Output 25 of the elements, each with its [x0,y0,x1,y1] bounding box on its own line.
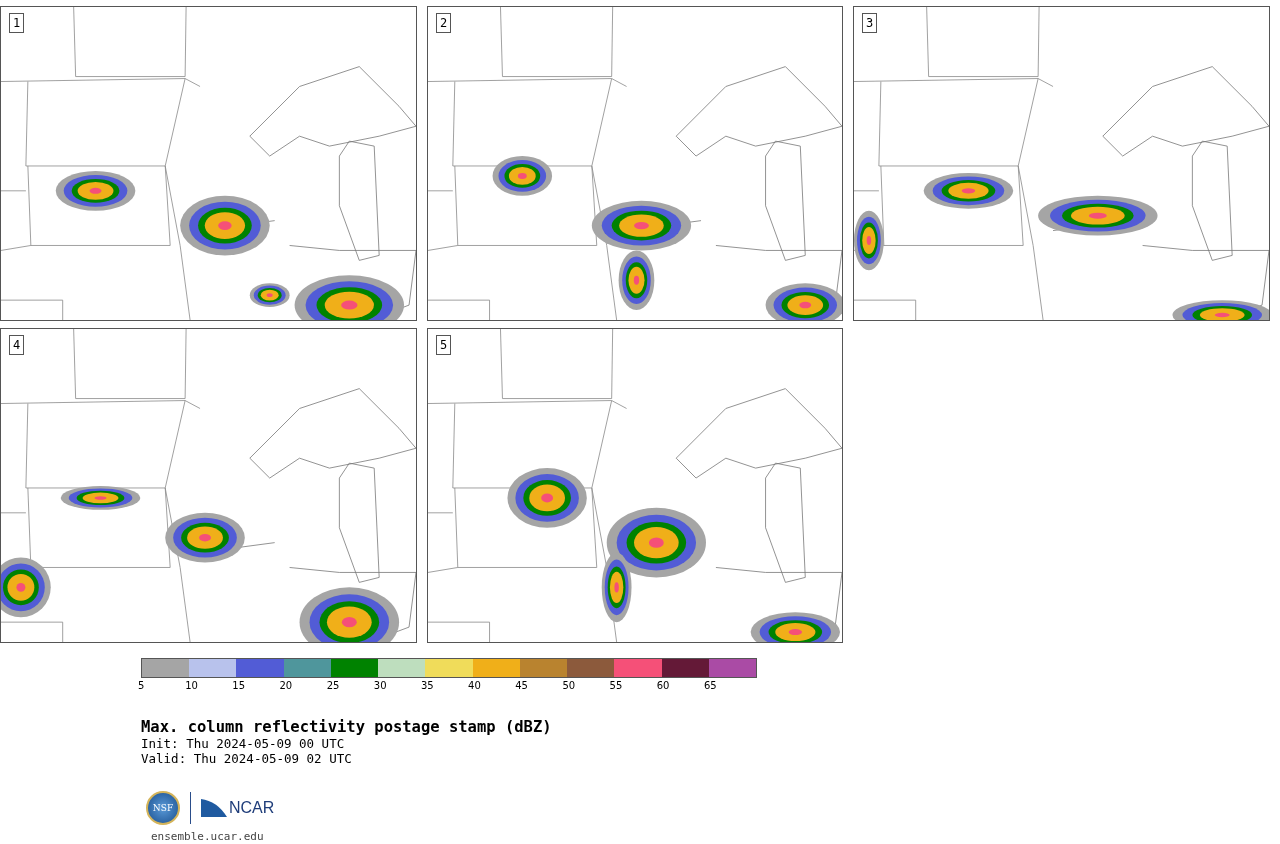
tick-label: 30 [373,680,388,691]
tick-label: 40 [468,680,482,691]
site-url: ensemble.ucar.edu [151,830,265,843]
panel-number: 5 [436,335,452,355]
tick-label: 60 [656,680,671,691]
tick-label: 45 [515,680,529,691]
tick-label: 55 [609,680,624,691]
tick-label: 35 [420,680,435,691]
valid-time: Valid: Thu 2024-05-09 02 UTC [141,751,353,766]
tick-label: 20 [279,680,294,691]
tick-label: 10 [185,680,199,691]
tick-label: 50 [562,680,577,691]
logo-wordmark: NCAR [229,799,275,817]
panel-number: 3 [862,13,878,33]
tick-label: 25 [326,680,341,691]
panel-number: 4 [9,335,25,355]
seal-logo: NSF [146,791,180,825]
chart-title: Max. column reflectivity postage stamp (dBZ) [141,718,553,736]
tick-label: 5 [138,680,146,691]
panel-number: 1 [9,13,25,33]
tick-label: 65 [703,680,718,691]
init-time: Init: Thu 2024-05-09 00 UTC [141,736,346,751]
panel-number: 2 [436,13,452,33]
tick-label: 15 [232,680,247,691]
swoosh-icon [201,799,227,817]
